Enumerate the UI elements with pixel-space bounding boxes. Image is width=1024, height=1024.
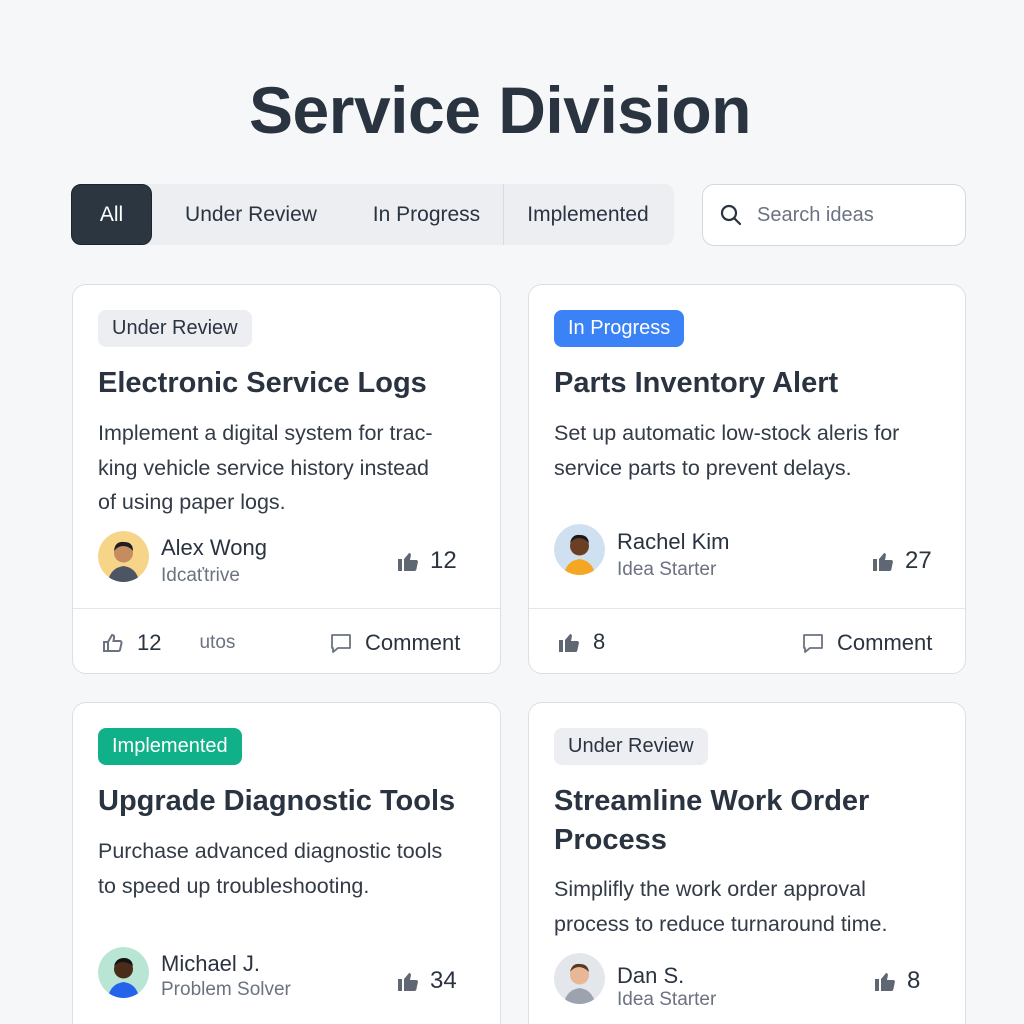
card-divider (529, 608, 965, 609)
author-name[interactable]: Dan S. (617, 963, 684, 989)
status-badge: Under Review (554, 728, 708, 765)
author-name[interactable]: Alex Wong (161, 535, 267, 561)
author-name[interactable]: Michael J. (161, 951, 260, 977)
comment-icon (331, 634, 351, 653)
page-title: Service Division (249, 73, 751, 147)
votes-footer[interactable]: 8 (557, 629, 605, 655)
search-box[interactable] (702, 184, 966, 246)
thumbs-up-icon (875, 973, 895, 991)
author-role: Idea Starter (617, 559, 717, 580)
avatar (98, 531, 149, 582)
card-description: Implement a digital system for trac- kin… (98, 421, 433, 514)
card-title[interactable]: Upgrade Diagnostic Tools (98, 782, 455, 821)
vote-count[interactable]: 12 (396, 547, 457, 575)
status-badge: In Progress (554, 310, 685, 347)
status-badge: Implemented (98, 728, 242, 765)
idea-card[interactable]: Under Review Electronic Service Logs Imp… (72, 284, 501, 674)
author-name[interactable]: Rachel Kim (617, 529, 729, 555)
card-description: Purchase advanced diagnostic tools to sp… (98, 839, 443, 898)
tab-implemented[interactable]: Implemented (504, 184, 672, 245)
tab-in-progress[interactable]: In Progress (350, 184, 504, 245)
vote-count[interactable]: 8 (873, 967, 920, 995)
thumbs-up-icon (398, 973, 418, 991)
comment-icon (803, 634, 823, 653)
thumbs-up-icon (559, 634, 579, 652)
card-title[interactable]: Streamline Work Order Process (554, 782, 869, 860)
card-title[interactable]: Parts Inventory Alert (554, 364, 838, 403)
thumbs-up-icon (873, 553, 893, 571)
idea-card[interactable]: Implemented Upgrade Diagnostic Tools Pur… (72, 702, 501, 1024)
thumbs-up-outline-icon (103, 633, 123, 652)
search-icon (720, 204, 742, 226)
card-description: Set up automatic low-stock aleris for se… (554, 421, 900, 480)
status-filter-tabs: All Under Review In Progress Implemented (71, 184, 674, 245)
card-title[interactable]: Electronic Service Logs (98, 364, 427, 403)
vote-count[interactable]: 34 (396, 967, 457, 995)
vote-count[interactable]: 27 (871, 547, 932, 575)
comment-button[interactable]: Comment (329, 630, 460, 656)
search-input[interactable] (757, 203, 947, 227)
votes-footer[interactable]: 12 utos (101, 630, 235, 656)
author-role: Idea Starter (617, 989, 717, 1010)
thumbs-up-icon (398, 553, 418, 571)
card-divider (73, 608, 500, 609)
tab-all[interactable]: All (71, 184, 152, 245)
status-badge: Under Review (98, 310, 252, 347)
comment-button[interactable]: Comment (801, 630, 932, 656)
tab-under-review[interactable]: Under Review (152, 184, 350, 245)
idea-card[interactable]: In Progress Parts Inventory Alert Set up… (528, 284, 966, 674)
avatar (554, 953, 605, 1004)
card-description: Simplifly the work order approval proces… (554, 877, 888, 936)
author-role: Idcaťtrive (161, 565, 240, 586)
author-role: Problem Solver (161, 979, 291, 1000)
avatar (554, 524, 605, 575)
avatar (98, 947, 149, 998)
idea-card[interactable]: Under Review Streamline Work Order Proce… (528, 702, 966, 1024)
